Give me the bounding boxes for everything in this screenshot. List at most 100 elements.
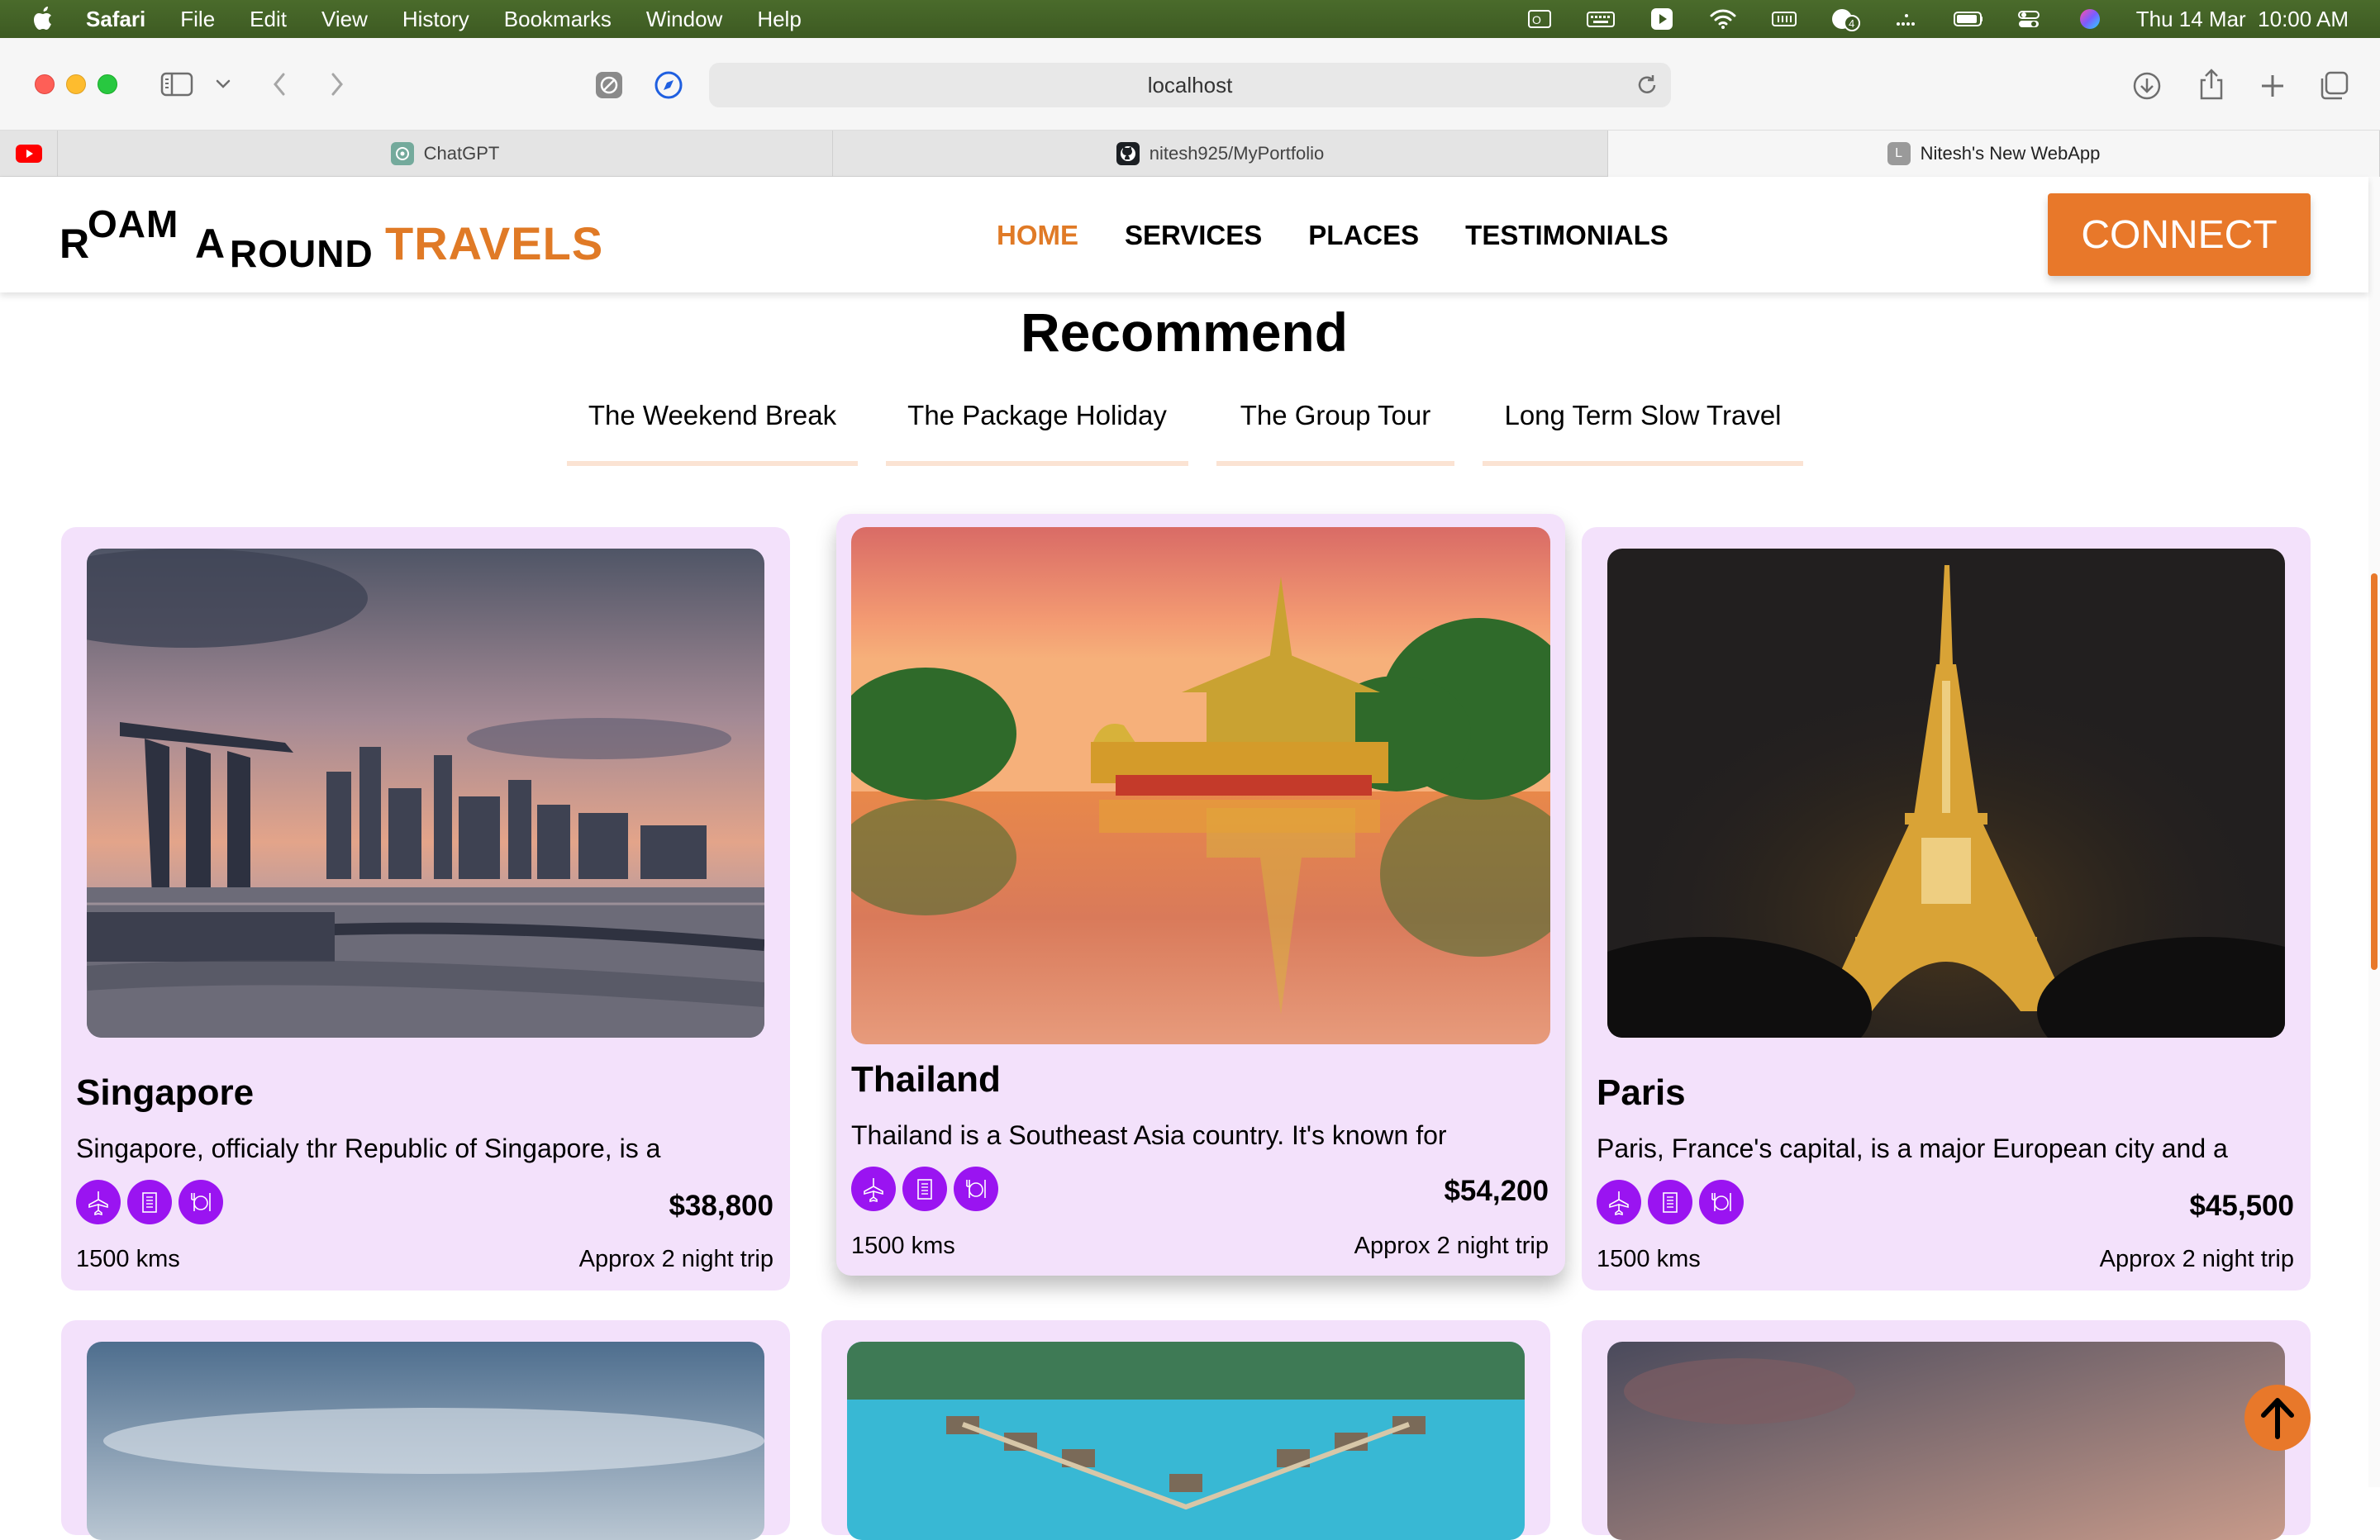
card-trip-duration: Approx 2 night trip: [1354, 1233, 1549, 1259]
menu-view[interactable]: View: [321, 7, 368, 32]
card-amenity-icons: [76, 1180, 223, 1224]
apple-icon[interactable]: [31, 7, 56, 31]
github-icon: [1116, 142, 1140, 165]
card-trip-duration: Approx 2 night trip: [578, 1246, 774, 1272]
address-bar[interactable]: localhost: [709, 63, 1671, 107]
logo-text-oam: OAM: [88, 202, 179, 245]
chatgpt-icon: [390, 142, 414, 165]
filter-package-holiday[interactable]: The Package Holiday: [886, 400, 1188, 466]
control-center-icon[interactable]: [2014, 7, 2044, 31]
tab-chatgpt[interactable]: ChatGPT: [58, 131, 833, 177]
filter-weekend-break[interactable]: The Weekend Break: [567, 400, 858, 466]
extension-compass-icon[interactable]: [653, 69, 684, 101]
destination-card-row2-2[interactable]: [821, 1320, 1550, 1540]
nav-places[interactable]: PLACES: [1308, 220, 1419, 251]
minimize-window-button[interactable]: [66, 74, 86, 94]
forward-icon[interactable]: [324, 69, 350, 99]
airplane-icon: [1597, 1180, 1641, 1224]
downloads-icon[interactable]: [2130, 69, 2163, 102]
tab-label: nitesh925/MyPortfolio: [1149, 143, 1325, 164]
tab-github[interactable]: nitesh925/MyPortfolio: [833, 131, 1608, 177]
card-price: $54,200: [1444, 1175, 1549, 1207]
url-text: localhost: [1147, 72, 1233, 97]
destination-card-singapore[interactable]: Singapore Singapore, officialy thr Repub…: [61, 527, 790, 1290]
menu-help[interactable]: Help: [757, 7, 801, 32]
food-icon: [954, 1167, 998, 1211]
nav-testimonials[interactable]: TESTIMONIALS: [1465, 220, 1668, 251]
siri-icon[interactable]: [2075, 7, 2105, 31]
destination-image: [87, 1342, 764, 1540]
menu-file[interactable]: File: [180, 7, 215, 32]
privacy-report-icon[interactable]: [593, 69, 625, 101]
nav-services[interactable]: SERVICES: [1125, 220, 1262, 251]
menu-edit[interactable]: Edit: [250, 7, 287, 32]
back-icon[interactable]: [266, 69, 293, 99]
tab-webapp[interactable]: L Nitesh's New WebApp: [1608, 131, 2380, 177]
paris-image: [1607, 549, 2285, 1038]
keyboard-icon[interactable]: [1586, 7, 1616, 31]
wifi-icon[interactable]: [1708, 7, 1738, 31]
battery-icon[interactable]: [1953, 7, 1983, 31]
site-header: R OAM A ROUND TRAVELS HOME SERVICES PLAC…: [0, 177, 2368, 292]
share-icon[interactable]: [2195, 66, 2228, 102]
card-amenity-icons: [851, 1167, 998, 1211]
tab-overview-icon[interactable]: [2317, 69, 2350, 102]
airplane-icon: [76, 1180, 121, 1224]
hotel-icon: [127, 1180, 172, 1224]
tab-label: Nitesh's New WebApp: [1920, 143, 2101, 164]
webapp-favicon-icon: L: [1887, 142, 1911, 165]
tab-label: ChatGPT: [423, 143, 500, 164]
scrollbar-thumb[interactable]: [2371, 573, 2378, 970]
card-distance: 1500 kms: [1597, 1246, 1701, 1272]
card-title: Singapore: [76, 1072, 255, 1113]
singapore-image: [87, 549, 764, 1038]
section-title: Recommend: [1020, 302, 1349, 363]
page-scrollbar[interactable]: [2368, 177, 2380, 1487]
dots-icon[interactable]: [1892, 7, 1921, 31]
reload-icon[interactable]: [1635, 73, 1659, 103]
tab-bar: ChatGPT nitesh925/MyPortfolio L Nitesh's…: [0, 131, 2380, 177]
pinned-tab-youtube[interactable]: [0, 131, 58, 177]
logo-text-travels: TRAVELS: [385, 217, 604, 269]
svg-text:O: O: [1532, 13, 1541, 26]
card-title: Paris: [1597, 1072, 1686, 1113]
card-amenity-icons: [1597, 1180, 1744, 1224]
connect-button[interactable]: CONNECT: [2048, 193, 2311, 276]
destination-card-row2-1[interactable]: [61, 1320, 790, 1540]
menu-history[interactable]: History: [402, 7, 469, 32]
card-trip-duration: Approx 2 night trip: [2099, 1246, 2294, 1272]
scroll-to-top-button[interactable]: [2244, 1385, 2311, 1451]
destination-image: [1607, 1342, 2285, 1540]
outlook-icon[interactable]: O: [1525, 7, 1554, 31]
zoom-window-button[interactable]: [98, 74, 117, 94]
notification-badge-icon[interactable]: 4: [1830, 7, 1860, 31]
filter-long-term-slow-travel[interactable]: Long Term Slow Travel: [1483, 400, 1803, 466]
logo-text-round: ROUND: [230, 232, 374, 275]
card-price: $45,500: [2189, 1190, 2294, 1222]
destination-card-thailand[interactable]: Thailand Thailand is a Southeast Asia co…: [836, 514, 1565, 1276]
sidebar-toggle-icon[interactable]: [159, 69, 195, 99]
menu-window[interactable]: Window: [646, 7, 722, 32]
card-price: $38,800: [669, 1190, 774, 1222]
card-title: Thailand: [851, 1059, 1001, 1100]
hotel-icon: [1648, 1180, 1692, 1224]
destination-card-paris[interactable]: Paris Paris, France's capital, is a majo…: [1582, 527, 2311, 1290]
close-window-button[interactable]: [35, 74, 55, 94]
chevron-down-icon[interactable]: [213, 74, 233, 94]
nav-home[interactable]: HOME: [997, 220, 1078, 251]
menu-bookmarks[interactable]: Bookmarks: [504, 7, 612, 32]
menu-app-name[interactable]: Safari: [86, 7, 145, 32]
main-nav: HOME SERVICES PLACES TESTIMONIALS: [997, 220, 1668, 251]
play-icon[interactable]: [1647, 7, 1677, 31]
destination-image: [847, 1342, 1525, 1540]
menubar-datetime[interactable]: Thu 14 Mar 10:00 AM: [2136, 7, 2349, 32]
filter-group-tour[interactable]: The Group Tour: [1216, 400, 1454, 466]
thailand-image: [851, 527, 1550, 1044]
arrow-up-icon: [2261, 1398, 2294, 1439]
memory-icon[interactable]: [1769, 7, 1799, 31]
new-tab-icon[interactable]: [2256, 69, 2289, 102]
card-description: Paris, France's capital, is a major Euro…: [1597, 1134, 2228, 1163]
airplane-icon: [851, 1167, 896, 1211]
card-description: Thailand is a Southeast Asia country. It…: [851, 1120, 1447, 1150]
destination-card-row2-3[interactable]: [1582, 1320, 2311, 1540]
